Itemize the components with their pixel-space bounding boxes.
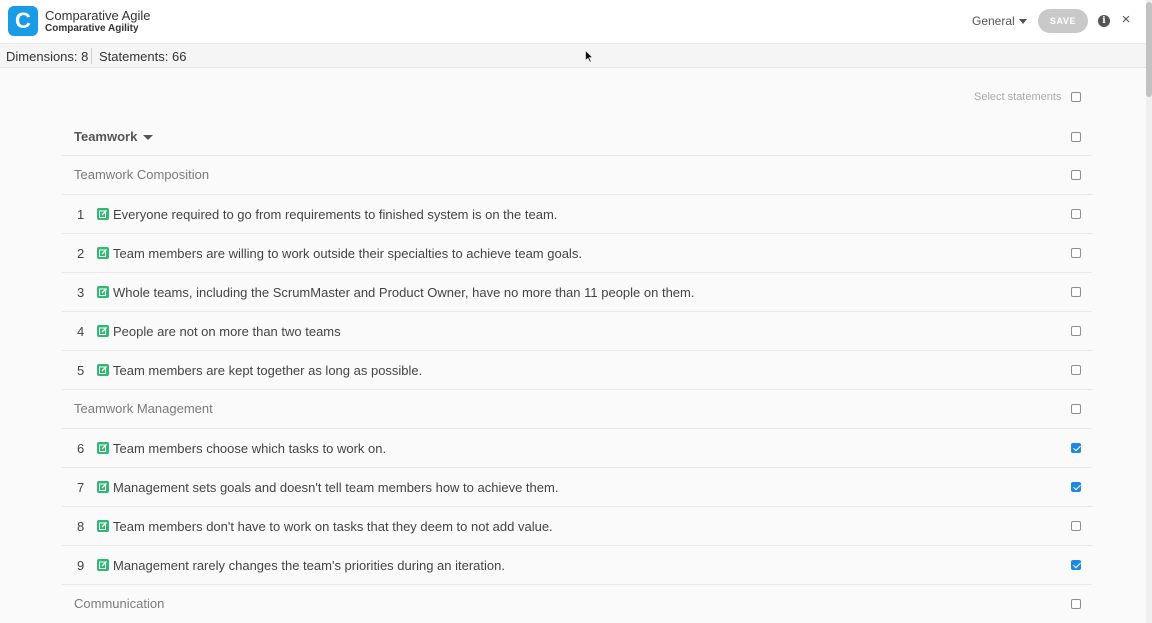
top-bar: C Comparative Agile Comparative Agility … [0, 0, 1152, 44]
statement-row[interactable]: 9 Management rarely changes the team's pr… [62, 546, 1092, 585]
dimensions-count: Dimensions: 8 [6, 49, 89, 64]
section-checkbox[interactable] [1071, 170, 1081, 180]
scrollbar-thumb[interactable] [1146, 2, 1152, 97]
edit-icon[interactable] [97, 208, 109, 220]
statement-number: 6 [77, 441, 85, 456]
section-header[interactable]: Communication [62, 585, 1092, 623]
statement-number: 4 [77, 324, 85, 339]
statement-text: Team members choose which tasks to work … [113, 441, 387, 456]
statement-text: Team members are kept together as long a… [113, 363, 423, 378]
save-button[interactable]: SAVE [1038, 9, 1088, 33]
close-icon[interactable]: × [1119, 11, 1133, 29]
edit-icon[interactable] [97, 364, 109, 376]
statement-checkbox[interactable] [1071, 560, 1081, 570]
statement-text: People are not on more than two teams [113, 324, 341, 339]
statement-text: Team members are willing to work outside… [113, 246, 582, 261]
statement-text: Whole teams, including the ScrumMaster a… [113, 285, 695, 300]
stats-divider [91, 48, 92, 64]
section-label: Teamwork Composition [74, 167, 210, 182]
statement-row[interactable]: 7 Management sets goals and doesn't tell … [62, 468, 1092, 507]
app-logo: C [8, 6, 38, 36]
caret-down-icon [143, 135, 154, 141]
edit-icon[interactable] [97, 559, 109, 571]
edit-icon[interactable] [97, 247, 109, 259]
general-dropdown[interactable]: General [972, 14, 1027, 28]
statement-number: 8 [77, 519, 85, 534]
select-statements-checkbox[interactable] [1071, 92, 1081, 102]
statement-checkbox[interactable] [1071, 326, 1081, 336]
statement-row[interactable]: 4 People are not on more than two teams [62, 312, 1092, 351]
section-label: Communication [74, 596, 165, 611]
statement-text: Management rarely changes the team's pri… [113, 558, 505, 573]
statement-row[interactable]: 6 Team members choose which tasks to work… [62, 429, 1092, 468]
section-header[interactable]: Teamwork Management [62, 390, 1092, 429]
stats-bar: Dimensions: 8 Statements: 66 [0, 44, 1146, 68]
statement-checkbox[interactable] [1071, 248, 1081, 258]
general-dropdown-label: General [972, 14, 1015, 28]
statement-text: Team members don't have to work on tasks… [113, 519, 553, 534]
edit-icon[interactable] [97, 286, 109, 298]
statement-row[interactable]: 2 Team members are willing to work outsid… [62, 234, 1092, 273]
statement-text: Management sets goals and doesn't tell t… [113, 480, 559, 495]
edit-icon[interactable] [97, 520, 109, 532]
edit-icon[interactable] [97, 481, 109, 493]
statement-number: 2 [77, 246, 85, 261]
dimension-checkbox[interactable] [1071, 132, 1081, 142]
statement-checkbox[interactable] [1071, 521, 1081, 531]
statement-checkbox[interactable] [1071, 482, 1081, 492]
dimension-label: Teamwork [74, 129, 154, 144]
statement-number: 3 [77, 285, 85, 300]
mouse-cursor-icon [585, 50, 593, 63]
section-header[interactable]: Teamwork Composition [62, 156, 1092, 195]
statement-checkbox[interactable] [1071, 365, 1081, 375]
app-subtitle: Comparative Agility [45, 23, 139, 34]
edit-icon[interactable] [97, 442, 109, 454]
statement-checkbox[interactable] [1071, 287, 1081, 297]
dimension-header-teamwork[interactable]: Teamwork [62, 118, 1092, 156]
app-title: Comparative Agile [45, 8, 151, 23]
statements-count: Statements: 66 [99, 49, 187, 64]
statement-row[interactable]: 5 Team members are kept together as long … [62, 351, 1092, 390]
statement-checkbox[interactable] [1071, 443, 1081, 453]
statement-row[interactable]: 3 Whole teams, including the ScrumMaster … [62, 273, 1092, 312]
section-label: Teamwork Management [74, 401, 213, 416]
statement-text: Everyone required to go from requirement… [113, 207, 558, 222]
info-icon[interactable]: i [1098, 15, 1110, 27]
edit-icon[interactable] [97, 325, 109, 337]
statement-row[interactable]: 8 Team members don't have to work on task… [62, 507, 1092, 546]
statement-number: 1 [77, 207, 85, 222]
statement-number: 5 [77, 363, 85, 378]
statement-number: 9 [77, 558, 85, 573]
statement-list: Teamwork Teamwork Composition 1 Everyone r… [62, 118, 1092, 623]
statement-number: 7 [77, 480, 85, 495]
section-checkbox[interactable] [1071, 599, 1081, 609]
caret-down-icon [1018, 19, 1027, 25]
select-statements-label: Select statements [974, 91, 1062, 103]
statement-row[interactable]: 1 Everyone required to go from requiremen… [62, 195, 1092, 234]
statement-checkbox[interactable] [1071, 209, 1081, 219]
section-checkbox[interactable] [1071, 404, 1081, 414]
